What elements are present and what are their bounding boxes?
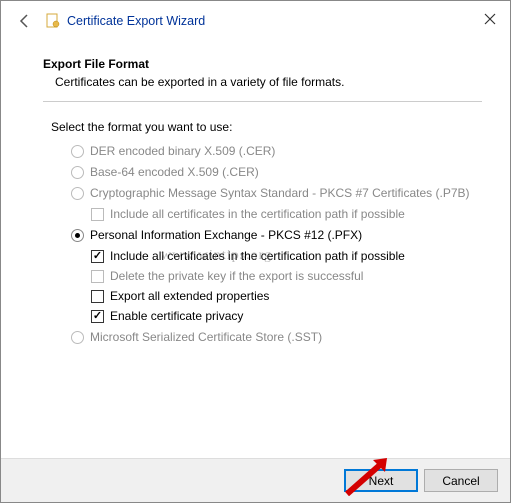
radio-label: Cryptographic Message Syntax Standard - … xyxy=(90,186,470,200)
checkbox-icon xyxy=(91,250,104,263)
radio-icon xyxy=(71,187,84,200)
radio-icon xyxy=(71,331,84,344)
radio-sst: Microsoft Serialized Certificate Store (… xyxy=(71,330,482,344)
format-options: DER encoded binary X.509 (.CER) Base-64 … xyxy=(71,144,482,344)
section-heading: Export File Format xyxy=(43,57,482,71)
checkbox-icon xyxy=(91,270,104,283)
close-button[interactable] xyxy=(478,7,502,31)
divider xyxy=(43,101,482,102)
radio-label: Microsoft Serialized Certificate Store (… xyxy=(90,330,322,344)
radio-label: Personal Information Exchange - PKCS #12… xyxy=(90,228,362,242)
checkbox-label: Include all certificates in the certific… xyxy=(110,207,405,221)
next-button[interactable]: Next xyxy=(344,469,418,492)
radio-icon xyxy=(71,166,84,179)
radio-pfx[interactable]: Personal Information Exchange - PKCS #12… xyxy=(71,228,482,242)
check-pfx-delete: Delete the private key if the export is … xyxy=(91,269,482,283)
check-pfx-ext[interactable]: Export all extended properties xyxy=(91,289,482,303)
radio-der: DER encoded binary X.509 (.CER) xyxy=(71,144,482,158)
certificate-icon xyxy=(45,13,61,29)
checkbox-label: Export all extended properties xyxy=(110,289,269,303)
section-subtext: Certificates can be exported in a variet… xyxy=(55,75,482,89)
checkbox-icon xyxy=(91,208,104,221)
radio-icon xyxy=(71,145,84,158)
cancel-button[interactable]: Cancel xyxy=(424,469,498,492)
checkbox-label: Delete the private key if the export is … xyxy=(110,269,363,283)
instruction-text: Select the format you want to use: xyxy=(51,120,482,134)
window-title: Certificate Export Wizard xyxy=(67,14,205,28)
content-area: Export File Format Certificates can be e… xyxy=(1,41,510,344)
radio-base64: Base-64 encoded X.509 (.CER) xyxy=(71,165,482,179)
checkbox-icon xyxy=(91,290,104,303)
radio-label: Base-64 encoded X.509 (.CER) xyxy=(90,165,259,179)
check-pfx-privacy[interactable]: Enable certificate privacy xyxy=(91,309,482,323)
radio-pkcs7: Cryptographic Message Syntax Standard - … xyxy=(71,186,482,200)
checkbox-icon xyxy=(91,310,104,323)
check-pkcs7-include: Include all certificates in the certific… xyxy=(91,207,482,221)
titlebar: Certificate Export Wizard xyxy=(1,1,510,41)
radio-icon xyxy=(71,229,84,242)
footer: Next Cancel xyxy=(1,458,510,502)
back-button[interactable] xyxy=(13,9,37,33)
radio-label: DER encoded binary X.509 (.CER) xyxy=(90,144,275,158)
check-pfx-include[interactable]: Include all certificates in the certific… xyxy=(91,249,482,263)
checkbox-label: Enable certificate privacy xyxy=(110,309,243,323)
checkbox-label: Include all certificates in the certific… xyxy=(110,249,405,263)
